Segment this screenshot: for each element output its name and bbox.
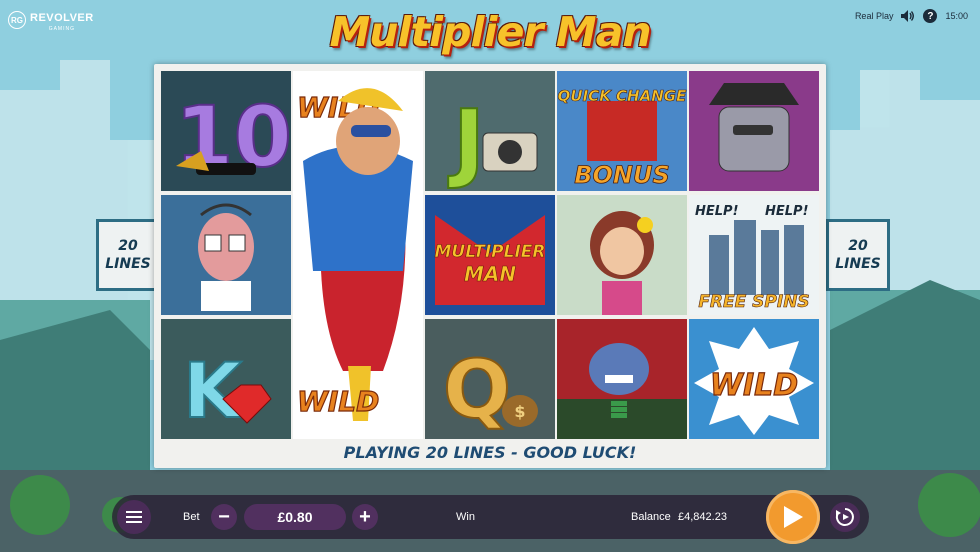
menu-button[interactable] xyxy=(117,500,151,534)
bet-increase-button[interactable]: + xyxy=(352,504,378,530)
spin-button[interactable] xyxy=(766,490,820,544)
brand-sub: GAMING xyxy=(48,26,75,32)
bet-decrease-button[interactable]: − xyxy=(211,504,237,530)
lines-indicator-left: 20 LINES xyxy=(96,219,160,291)
lines-number: 20 xyxy=(848,238,868,254)
status-message: PLAYING 20 LINES - GOOD LUCK! xyxy=(343,443,637,462)
brand-name: REVOLVER xyxy=(30,12,94,24)
rg-badge-icon: RG xyxy=(8,11,26,29)
play-icon xyxy=(784,506,803,528)
symbol-multiplier-man-hero: WILD WILD xyxy=(293,71,423,439)
jack-glyph: J xyxy=(448,92,485,191)
wild-label: WILD xyxy=(710,368,798,403)
bet-value: £0.80 xyxy=(244,504,346,530)
symbol-wild: WILD xyxy=(689,319,819,439)
lines-word: LINES xyxy=(105,256,151,272)
symbol-lady xyxy=(557,195,687,315)
top-right-status: Real Play ? 15:00 xyxy=(855,9,968,23)
revolver-gaming-logo: RG REVOLVER GAMING xyxy=(8,8,94,32)
symbol-multiplier-man-logo: MULTIPLIER MAN xyxy=(425,195,555,315)
speaker-icon[interactable] xyxy=(901,10,915,22)
autoplay-icon xyxy=(835,508,854,526)
symbol-quick-change-bonus: QUICK CHANGE BONUS xyxy=(557,71,687,191)
symbol-free-spins: HELP! HELP! FREE SPINS xyxy=(689,195,819,315)
autoplay-button[interactable] xyxy=(830,502,860,532)
dollar-glyph: $ xyxy=(514,402,525,421)
balance-value: £4,842.23 xyxy=(678,511,727,523)
multiplier-logo-line2: MAN xyxy=(464,262,516,286)
lines-number: 20 xyxy=(118,238,138,254)
help-right-label: HELP! xyxy=(765,204,809,219)
lines-word: LINES xyxy=(835,256,881,272)
lines-indicator-right: 20 LINES xyxy=(826,219,890,291)
play-mode-label: Real Play xyxy=(854,11,894,21)
multiplier-logo-line1: MULTIPLIER xyxy=(435,242,546,262)
symbol-jack: J xyxy=(425,71,555,191)
symbol-ten: 10 xyxy=(161,71,291,191)
bonus-label: BONUS xyxy=(574,161,670,189)
reel-frame: 10 K WILD WILD J MULTIPLIER MAN Q $ QUIC… xyxy=(154,64,826,468)
game-title: Multiplier Man xyxy=(329,8,651,56)
symbol-shark xyxy=(557,319,687,439)
symbol-dice-gangster xyxy=(161,195,291,315)
win-label: Win xyxy=(456,511,475,523)
bet-label: Bet xyxy=(183,511,200,523)
clock-time: 15:00 xyxy=(945,11,968,21)
help-icon[interactable]: ? xyxy=(923,9,938,23)
symbol-queen: Q $ xyxy=(425,319,555,439)
hamburger-icon xyxy=(126,511,142,523)
help-left-label: HELP! xyxy=(695,204,739,219)
queen-glyph: Q xyxy=(443,343,511,436)
symbol-king: K xyxy=(161,319,291,439)
balance-label: Balance xyxy=(631,511,671,523)
wild-bottom-label: WILD xyxy=(297,385,379,418)
free-spins-label: FREE SPINS xyxy=(698,292,809,312)
symbol-slot-machine-villain xyxy=(689,71,819,191)
quick-change-label: QUICK CHANGE xyxy=(558,87,687,105)
